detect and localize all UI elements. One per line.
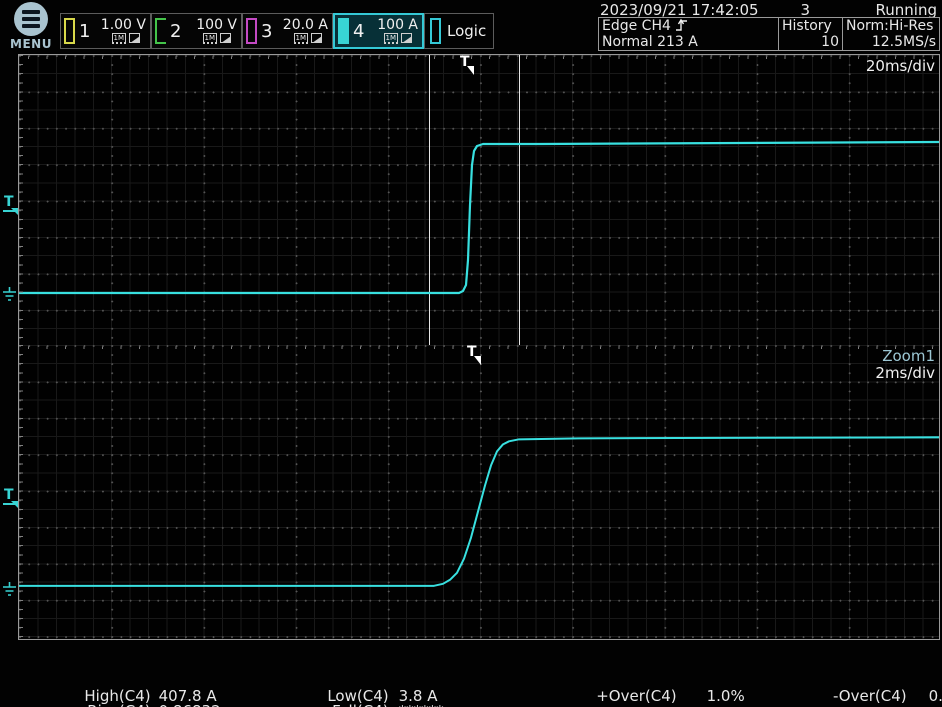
sample-rate: 12.5MS/s: [846, 34, 936, 50]
logic-label: Logic: [447, 22, 486, 40]
trigger-info-cell[interactable]: Edge CH4 Normal 213 A: [599, 18, 779, 50]
probe-icon: [401, 33, 412, 43]
acquisition-mode: Norm:Hi-Res: [846, 18, 936, 34]
trigger-edge-label: Edge CH4: [602, 18, 671, 34]
probe-icon: [129, 33, 140, 43]
channel-1-value: 1.00 V: [101, 18, 146, 32]
channel-3-bracket-icon: [246, 18, 257, 44]
rising-edge-icon: [675, 18, 688, 32]
trigger-position-icon[interactable]: T: [467, 345, 483, 369]
impedance-1m-icon: 1M: [384, 33, 399, 44]
logic-box[interactable]: Logic: [424, 13, 494, 49]
history-label: History: [782, 18, 839, 34]
impedance-1m-icon: 1M: [203, 33, 218, 44]
menu-button[interactable]: MENU: [8, 2, 54, 51]
measurement-rise: Rise(C4)0.86832ms: [20, 689, 243, 707]
history-cell[interactable]: History 10: [779, 18, 843, 50]
status-table: Edge CH4 Normal 213 A History 10 Norm:Hi…: [598, 17, 940, 51]
menu-label: MENU: [8, 37, 54, 51]
history-value: 10: [782, 34, 839, 50]
impedance-1m-icon: 1M: [112, 33, 127, 44]
zoom-timebase-label: 2ms/div: [875, 364, 935, 382]
trigger-mode-line: Normal 213 A: [602, 34, 775, 50]
trigger-level-icon[interactable]: T: [3, 489, 17, 502]
channel-4-number: 4: [353, 21, 364, 42]
channel-strip: 1 1.00 V 1M 2 100 V 1M 3: [60, 13, 494, 49]
channel-2-number: 2: [170, 21, 181, 42]
channel-4-value: 100 A: [377, 18, 418, 32]
menu-icon: [14, 2, 48, 36]
channel-3-number: 3: [261, 21, 272, 42]
channel-1-number: 1: [79, 21, 90, 42]
ground-icon[interactable]: [2, 581, 17, 597]
channel-4-box[interactable]: 4 100 A 1M: [333, 13, 424, 49]
logic-bracket-icon: [430, 18, 441, 44]
probe-icon: [311, 33, 322, 43]
channel-2-box[interactable]: 2 100 V 1M: [151, 13, 242, 49]
channel-3-value: 20.0 A: [283, 18, 328, 32]
main-waveform-area: T 20ms/div: [18, 54, 940, 346]
channel-4-bracket-icon: [338, 18, 349, 44]
main-trace-ch4: [19, 55, 939, 345]
zoom-window-label: Zoom1: [882, 347, 935, 365]
channel-1-box[interactable]: 1 1.00 V 1M: [60, 13, 151, 49]
channel-2-value: 100 V: [196, 18, 237, 32]
channel-1-bracket-icon: [64, 18, 75, 44]
main-timebase-label: 20ms/div: [866, 57, 935, 75]
channel-3-box[interactable]: 3 20.0 A 1M: [242, 13, 333, 49]
channel-2-bracket-icon: [155, 18, 166, 44]
measurement-fall: Fall(C4)******: [250, 689, 444, 707]
probe-icon: [220, 33, 231, 43]
measurement-minus-over: -Over(C4)0.9%: [770, 674, 942, 707]
acquisition-cell[interactable]: Norm:Hi-Res 12.5MS/s: [843, 18, 939, 50]
zoom-waveform-area: T Zoom1 2ms/div: [18, 345, 940, 640]
oscilloscope-screen: MENU 1 1.00 V 1M 2 100 V 1M: [0, 0, 942, 707]
trigger-position-icon[interactable]: T: [460, 55, 476, 79]
zoom-trace-ch4: [19, 345, 939, 639]
impedance-1m-icon: 1M: [294, 33, 309, 44]
ground-icon[interactable]: [2, 286, 17, 302]
measurement-plus-over: +Over(C4)1.0%: [540, 674, 745, 707]
trigger-level-icon[interactable]: T: [3, 196, 17, 209]
